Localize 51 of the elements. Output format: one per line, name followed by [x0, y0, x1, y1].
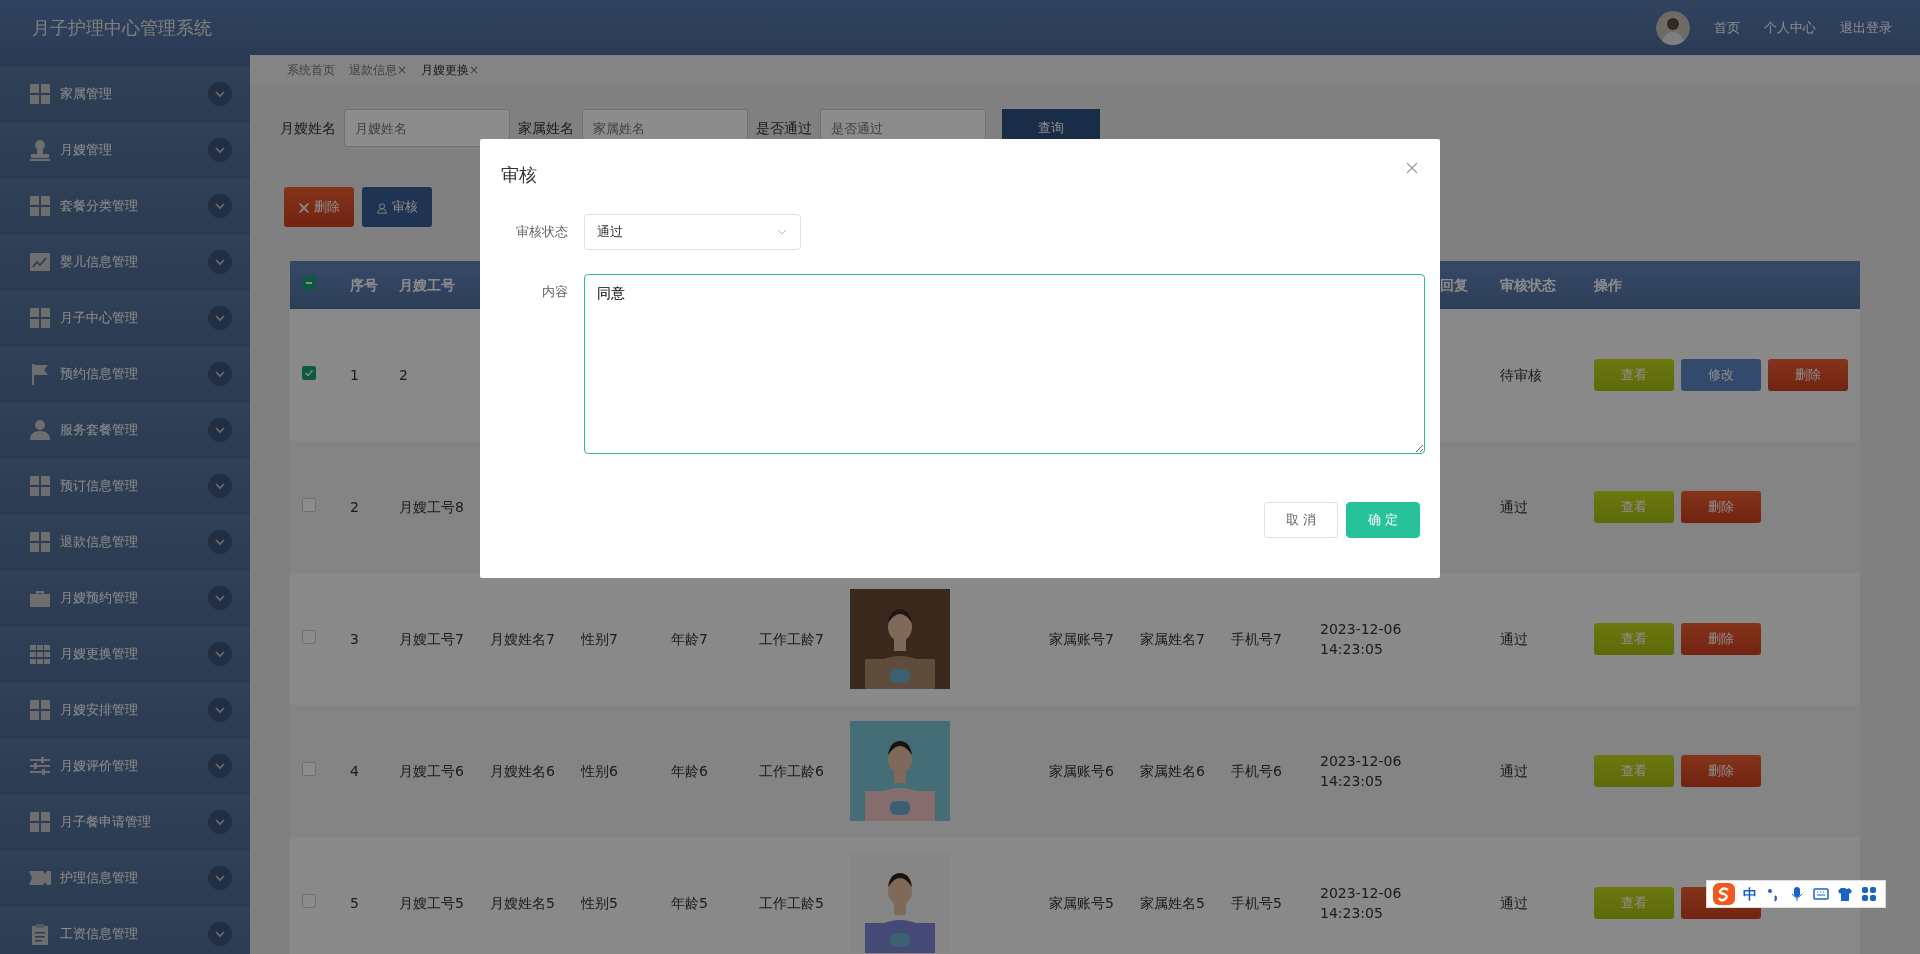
field-label: 月嫂姓名	[280, 118, 336, 138]
column-header: 序号	[350, 276, 378, 293]
column-header: 审核状态	[1500, 276, 1556, 293]
table-cell: 性别5	[581, 894, 618, 911]
table-cell: 通过	[1500, 630, 1528, 647]
field-label: 内容	[541, 283, 568, 301]
table-cell: 家属账号7	[1049, 630, 1114, 647]
column-header: 操作	[1594, 276, 1622, 293]
table-cell-text: 2023-12-06 14:23:05	[1320, 619, 1403, 659]
table-cell: 手机号7	[1231, 630, 1282, 647]
table-cell: 年龄7	[671, 630, 708, 647]
table-cell: 月嫂工号6	[399, 762, 464, 779]
table-cell: 2	[350, 498, 359, 515]
table-cell: 通过	[1500, 762, 1528, 779]
table-cell: 4	[350, 762, 359, 779]
table-cell: 家属姓名6	[1140, 762, 1205, 779]
table-cell: 通过	[1500, 498, 1528, 515]
table-cell: 家属账号6	[1049, 762, 1114, 779]
table-cell: 家属姓名7	[1140, 630, 1205, 647]
table-cell: 通过	[1500, 894, 1528, 911]
dialog-title: 审核	[501, 163, 537, 187]
table-cell: 手机号5	[1231, 894, 1282, 911]
app-title: 月子护理中心管理系统	[32, 16, 212, 40]
table-cell-text: 2023-12-06 14:23:05	[1320, 751, 1403, 791]
table-cell: 工作工龄7	[759, 630, 824, 647]
table-cell: 工作工龄5	[759, 894, 824, 911]
field-label: 是否通过	[756, 118, 812, 138]
table-cell: 5	[350, 894, 359, 911]
column-header: 回复	[1440, 276, 1468, 293]
table-cell: 月嫂工号7	[399, 630, 464, 647]
table-cell: 月嫂工号5	[399, 894, 464, 911]
table-cell-text: 2023-12-06 14:23:05	[1320, 883, 1403, 923]
table-cell: 手机号6	[1231, 762, 1282, 779]
table-cell: 月嫂姓名6	[490, 762, 555, 779]
table-cell: 家属账号5	[1049, 894, 1114, 911]
table-cell: 年龄5	[671, 894, 708, 911]
table-cell: 性别6	[581, 762, 618, 779]
table-cell: 1	[350, 366, 359, 383]
table-cell: 月嫂姓名7	[490, 630, 555, 647]
table-cell: 工作工龄6	[759, 762, 824, 779]
table-cell: 性别7	[581, 630, 618, 647]
field-label: 审核状态	[515, 223, 568, 242]
table-cell: 月嫂姓名5	[490, 894, 555, 911]
table-cell: 3	[350, 630, 359, 647]
table-cell: 2	[399, 366, 408, 383]
column-header: 月嫂工号	[399, 276, 455, 293]
table-cell: 待审核	[1500, 366, 1542, 383]
table-cell: 月嫂工号8	[399, 498, 464, 515]
table-cell: 年龄6	[671, 762, 708, 779]
table-cell: 家属姓名5	[1140, 894, 1205, 911]
field-label: 家属姓名	[518, 118, 574, 138]
